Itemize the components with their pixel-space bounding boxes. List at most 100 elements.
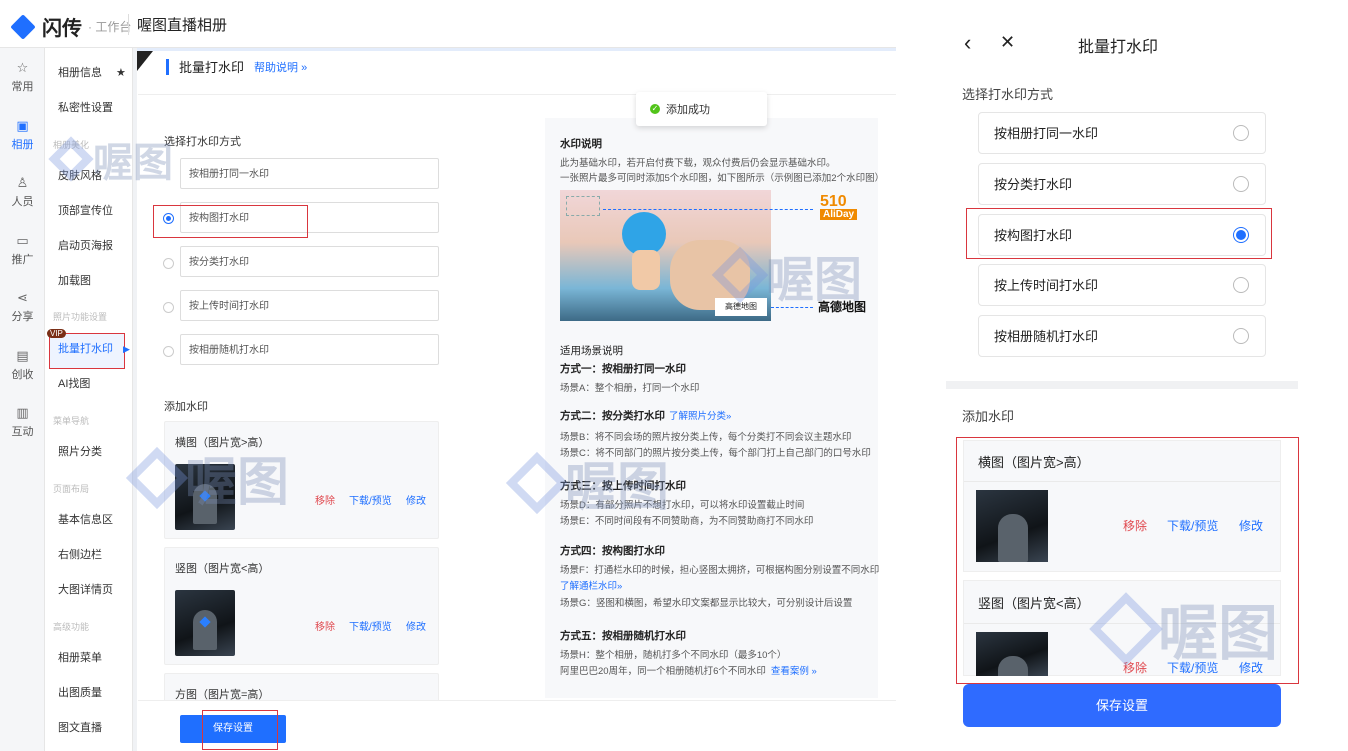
nav-item-top-banner[interactable]: 顶部宣传位 [58,202,113,218]
mobile-option-random[interactable]: 按相册随机打水印 [978,315,1266,357]
rail-item-revenue[interactable]: ▤ 创收 [0,348,45,382]
learn-category-link[interactable]: 了解照片分类» [669,411,731,422]
highlight-box [153,205,308,238]
rail-item-album[interactable]: ▣ 相册 [0,118,45,152]
highlight-box [202,710,278,750]
example-watermark-gaode: 高德地图 [715,298,767,316]
info-line2: 一张照片最多可同时添加5个水印图，如下图所示（示例图已添加2个水印图） [560,173,885,184]
add-watermark-label: 添加水印 [164,401,208,413]
header-divider [138,94,896,95]
method4-scene-f: 场景F：打通栏水印的时候，担心竖图太拥挤，可根据构图分别设置不同水印 [560,565,880,576]
option-upload-time[interactable]: 按上传时间打水印 [180,290,439,321]
example-watermark-slot [566,196,600,216]
page-title: 批量打水印 [179,60,245,75]
method5-title: 方式五：按相册随机打水印 [560,630,686,642]
radio[interactable] [1233,125,1249,141]
option-category[interactable]: 按分类打水印 [180,246,439,277]
download-preview-button[interactable]: 下载/预览 [349,618,392,633]
remove-button[interactable]: 移除 [315,618,335,633]
highlight-box [956,437,1299,684]
app-title: 喔图直播相册 [128,14,227,35]
method1-title: 方式一：按相册打同一水印 [560,363,686,375]
header-accent-bar [137,48,896,51]
method3-scene-e: 场景E：不同时间段有不同赞助商，为不同赞助商打不同水印 [560,516,814,527]
nav-item-detail-page[interactable]: 大图详情页 [58,581,113,597]
nav-item-album-info[interactable]: 相册信息 ★ [58,64,126,80]
vip-badge: VIP [47,329,66,338]
watermark-card-portrait: 竖图（图片宽<高） 移除 下载/预览 修改 [164,547,439,665]
watermark-info-panel: 水印说明 此为基础水印，若开启付费下载，观众付费后仍会显示基础水印。 一张照片最… [545,118,884,698]
nav-group-menu: 菜单导航 [53,416,90,426]
method3-scene-d: 场景D：有部分照片不想打水印，可以将水印设置截止时间 [560,500,805,511]
success-toast: ✓ 添加成功 [636,92,767,126]
nav-item-privacy[interactable]: 私密性设置 [58,99,113,115]
method2-scene-b: 场景B：将不同会场的照片按分类上传，每个分类打不同会议主题水印 [560,432,852,443]
mobile-option-same[interactable]: 按相册打同一水印 [978,112,1266,154]
user-icon: ♙ [16,175,29,190]
radio[interactable] [1233,277,1249,293]
method5-scene-h: 场景H：整个相册，随机打多个不同水印（最多10个） [560,650,787,661]
nav-item-album-menu[interactable]: 相册菜单 [58,649,102,665]
radio-random[interactable] [163,346,174,357]
method1-scene-a: 场景A：整个相册，打同一个水印 [560,383,700,394]
radio[interactable] [1233,176,1249,192]
card-title: 横图（图片宽>高） [175,437,270,449]
section-separator [946,381,1298,389]
nav-group-photo-settings: 照片功能设置 [53,312,108,322]
rail-item-promote[interactable]: ▭ 推广 [0,233,45,267]
mobile-add-label: 添加水印 [962,409,1015,424]
method2-scene-c: 场景C：将不同部门的照片按分类上传，每个部门打上自己部门的口号水印 [560,448,871,459]
nav-group-beautify: 相册美化 [53,140,90,150]
rail-item-people[interactable]: ♙ 人员 [0,175,45,209]
radio-category[interactable] [163,258,174,269]
brand-logo[interactable]: 闪传 · 工作台 [10,12,132,41]
nav-group-layout: 页面布局 [53,484,90,494]
help-link[interactable]: 帮助说明 » [254,59,307,75]
view-case-link[interactable]: 查看案例 » [771,666,817,677]
gaode-logo: 高德地图 [818,300,867,314]
close-icon[interactable]: ✕ [1000,32,1015,53]
star-small-icon: ★ [116,67,126,79]
edit-button[interactable]: 修改 [406,492,426,507]
nav-item-text-live[interactable]: 图文直播 [58,719,102,735]
mobile-page-title: 批量打水印 [1078,39,1159,56]
method3-title: 方式三：按上传时间打水印 [560,480,686,492]
radio-upload-time[interactable] [163,302,174,313]
logo-icon [10,13,36,40]
nav-item-output-quality[interactable]: 出图质量 [58,684,102,700]
mobile-option-category[interactable]: 按分类打水印 [978,163,1266,205]
brand-name: 闪传 [42,18,82,40]
download-preview-button[interactable]: 下载/预览 [349,492,392,507]
remove-button[interactable]: 移除 [315,492,335,507]
brand-sub: · 工作台 [88,20,132,34]
mobile-choose-label: 选择打水印方式 [962,87,1054,102]
icon-rail: ☆ 常用 ▣ 相册 ♙ 人员 ▭ 推广 ⋖ 分享 ▤ 创收 ▥ 互动 [0,48,45,751]
rail-item-share[interactable]: ⋖ 分享 [0,290,45,324]
page-header: 批量打水印 帮助说明 » [166,57,307,76]
option-same-watermark[interactable]: 按相册打同一水印 [180,158,439,189]
sidebar-nav: 相册信息 ★ 私密性设置 相册美化 皮肤风格 顶部宣传位 启动页海报 加载图 照片… [45,48,133,751]
nav-item-skin[interactable]: 皮肤风格 [58,167,102,183]
nav-item-loading-image[interactable]: 加载图 [58,272,91,288]
back-icon[interactable]: ‹ [964,30,971,56]
method4-title: 方式四：按构图打水印 [560,545,665,557]
learn-banner-link[interactable]: 了解通栏水印» [560,578,622,592]
arrow-dashed [603,209,813,210]
radio[interactable] [1233,328,1249,344]
rail-item-common[interactable]: ☆ 常用 [0,60,45,94]
title-accent [166,58,169,75]
nav-item-right-sidebar[interactable]: 右侧边栏 [58,546,102,562]
nav-item-ai-find[interactable]: AI找图 [58,375,90,391]
nav-item-photo-category[interactable]: 照片分类 [58,443,102,459]
desktop-panel: 闪传 · 工作台 喔图直播相册 ☆ 常用 ▣ 相册 ♙ 人员 ▭ 推广 ⋖ 分享 ▤ 创收 … [0,0,896,751]
nav-item-basic-info[interactable]: 基本信息区 [58,511,113,527]
nav-item-launch-poster[interactable]: 启动页海报 [58,237,113,253]
rail-item-interact[interactable]: ▥ 互动 [0,405,45,439]
nav-item-batch-watermark[interactable]: 批量打水印 ▶ [58,340,130,356]
choose-method-label: 选择打水印方式 [164,136,241,148]
edit-button[interactable]: 修改 [406,618,426,633]
star-icon: ☆ [16,60,29,75]
mobile-save-settings-button[interactable]: 保存设置 [963,684,1281,727]
option-random[interactable]: 按相册随机打水印 [180,334,439,365]
mobile-option-upload-time[interactable]: 按上传时间打水印 [978,264,1266,306]
